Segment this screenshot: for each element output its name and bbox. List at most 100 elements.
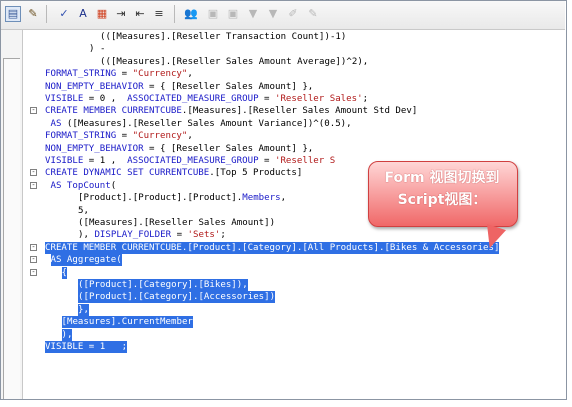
code-text: ([Product].[Category].[Bikes]),	[78, 279, 248, 291]
code-token: 5,	[78, 205, 89, 216]
code-token: [Product].[Product].[Product].	[78, 193, 243, 204]
code-keyword: NON_EMPTY_BEHAVIOR	[45, 143, 144, 154]
code-text: (([Measures].[Reseller Sales Amount Aver…	[100, 56, 368, 68]
toolbar-separator	[46, 5, 47, 23]
code-token: ;	[220, 230, 226, 241]
font-icon: A	[79, 7, 87, 20]
code-keyword: AS Aggregate	[50, 255, 117, 266]
code-token: {	[61, 267, 67, 278]
code-text: VISIBLE = 1 , ASSOCIATED_MEASURE_GROUP =…	[45, 155, 335, 167]
code-text: (([Measures].[Reseller Transaction Count…	[100, 31, 346, 43]
color-icon: ▦	[96, 7, 108, 20]
code-token: ([Measures].[Reseller Sales Amount])	[78, 218, 276, 228]
fold-toggle-icon[interactable]: -	[30, 243, 37, 251]
check-syntax-icon: ✓	[59, 7, 69, 20]
code-string: 'Reseller Sales'	[274, 94, 363, 104]
code-line: ),	[23, 328, 565, 341]
code-line: [Measures].CurrentMember	[23, 316, 565, 329]
annotation-line-2: Script视图：	[397, 192, 487, 208]
code-text: CREATE MEMBER CURRENTCUBE.[Measures].[Re…	[45, 105, 417, 117]
code-token: =	[258, 94, 275, 104]
code-text: AS ([Measures].[Reseller Sales Amount Va…	[51, 118, 352, 130]
code-line: -{	[23, 266, 565, 279]
code-keyword: ASSOCIATED_MEASURE_GROUP	[127, 94, 259, 104]
toolbar: ▤ ✎ ✓ A ▦ ⇥ ⇤ ≡ 👥 ▣ ▣ ▼ ▼ ✐ ✎	[1, 1, 565, 30]
toolbar-separator	[174, 5, 175, 23]
code-keyword: Members	[242, 193, 281, 204]
disabled-4-button[interactable]: ▼	[265, 6, 281, 22]
code-keyword: VISIBLE	[45, 342, 84, 352]
indent-icon: ⇥	[116, 7, 126, 20]
code-token: = { [Reseller Sales Amount] },	[143, 143, 314, 154]
users-button[interactable]: 👥	[183, 6, 199, 22]
font-button[interactable]: A	[75, 6, 91, 22]
code-line: ([Product].[Category].[Accessories])	[23, 291, 565, 304]
annotation-callout-text: Form 视图切换到 Script视图：	[368, 167, 516, 211]
disabled-5-button[interactable]: ✐	[285, 6, 301, 22]
code-line: ([Product].[Category].[Bikes]),	[23, 279, 565, 291]
annotation-line-1: Form 视图切换到	[384, 170, 500, 186]
disabled-1-icon: ▣	[207, 7, 219, 20]
code-token: .[Top 5 Products]	[209, 168, 303, 179]
align-button[interactable]: ≡	[151, 6, 167, 22]
code-text: AS TopCount(	[51, 180, 117, 192]
code-token: = { [Reseller Sales Amount] },	[143, 81, 314, 92]
outdent-button[interactable]: ⇤	[132, 6, 148, 22]
code-line: },	[23, 303, 565, 316]
disabled-6-button[interactable]: ✎	[305, 6, 321, 22]
fold-toggle-icon[interactable]: -	[30, 181, 37, 189]
code-text: ([Product].[Category].[Accessories])	[78, 291, 276, 304]
disabled-1-button[interactable]: ▣	[205, 6, 221, 22]
code-line: (([Measures].[Reseller Sales Amount Aver…	[23, 56, 565, 68]
code-token: (([Measures].[Reseller Sales Amount Aver…	[100, 56, 369, 67]
form-view-icon: ▤	[7, 7, 19, 20]
code-line: NON_EMPTY_BEHAVIOR = { [Reseller Sales A…	[23, 143, 565, 155]
fold-toggle-icon[interactable]: -	[30, 107, 37, 115]
code-text: ) -	[89, 43, 105, 55]
code-keyword: FORMAT_STRING	[45, 131, 117, 142]
code-token: ),	[78, 230, 95, 241]
disabled-2-button[interactable]: ▣	[225, 6, 241, 22]
code-token: ,	[187, 131, 193, 142]
code-token: ([Measures].[Reseller Sales Amount Varia…	[61, 118, 352, 129]
code-token: ) -	[89, 44, 106, 55]
disabled-3-button[interactable]: ▼	[245, 6, 261, 22]
left-pane-scroll[interactable]	[3, 58, 20, 399]
code-text: FORMAT_STRING = "Currency",	[45, 130, 193, 142]
fold-toggle-icon[interactable]: -	[30, 169, 37, 177]
code-keyword: CREATE DYNAMIC SET CURRENTCUBE	[45, 168, 210, 179]
indent-button[interactable]: ⇥	[113, 6, 129, 22]
code-token: ([Product].[Category].[Accessories])	[78, 292, 276, 303]
outdent-icon: ⇤	[135, 7, 145, 20]
code-line: ) -	[23, 43, 565, 55]
code-line: AS ([Measures].[Reseller Sales Amount Va…	[23, 118, 565, 130]
script-view-button[interactable]: ✎	[25, 6, 41, 22]
code-token: =	[116, 69, 133, 80]
script-view-icon: ✎	[28, 7, 38, 20]
color-button[interactable]: ▦	[94, 6, 110, 22]
code-keyword: VISIBLE	[45, 94, 84, 104]
code-token: ),	[61, 329, 73, 340]
code-text: FORMAT_STRING = "Currency",	[45, 68, 193, 80]
code-token: ([Product].[Category].[Bikes]),	[78, 280, 248, 290]
code-keyword: CREATE MEMBER CURRENTCUBE	[45, 242, 182, 253]
code-keyword: VISIBLE	[45, 156, 84, 166]
code-token: =	[171, 230, 188, 241]
code-token: =	[258, 156, 275, 166]
code-token: ;	[362, 94, 369, 104]
code-token: ,	[187, 69, 193, 80]
code-token: [Measures].	[61, 317, 122, 328]
code-keyword: ASSOCIATED_MEASURE_GROUP	[127, 156, 259, 166]
code-text: [Measures].CurrentMember	[61, 316, 193, 329]
fold-toggle-icon[interactable]: -	[30, 268, 37, 276]
code-token: (	[110, 180, 117, 191]
fold-toggle-icon[interactable]: -	[30, 256, 37, 264]
check-syntax-button[interactable]: ✓	[56, 6, 72, 22]
code-text: AS Aggregate(	[50, 254, 122, 267]
code-token: (([Measures].[Reseller Transaction Count…	[100, 32, 347, 42]
code-token: .[Product].[Category].[All Products].[Bi…	[181, 242, 500, 253]
users-icon: 👥	[184, 7, 198, 20]
code-token: = 1 ;	[83, 342, 128, 352]
code-text: CREATE MEMBER CURRENTCUBE.[Product].[Cat…	[45, 241, 500, 254]
form-view-button[interactable]: ▤	[5, 6, 21, 22]
